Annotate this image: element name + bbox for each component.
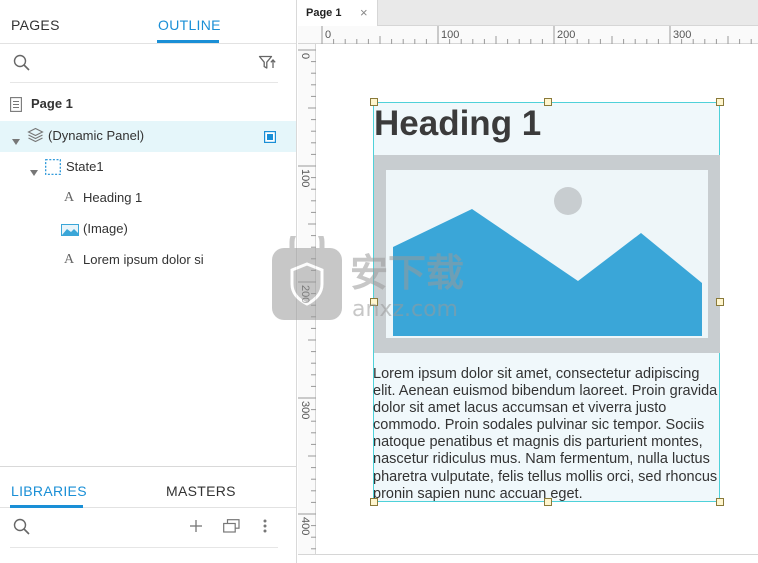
tree-item-dynamic-panel[interactable]: (Dynamic Panel) xyxy=(0,121,296,152)
tab-libraries[interactable]: LIBRARIES xyxy=(11,483,87,499)
divider xyxy=(10,82,278,83)
more-icon[interactable] xyxy=(263,519,267,538)
horizontal-ruler-ticks: 0 100 200 300 xyxy=(321,26,752,44)
resize-handle-right[interactable] xyxy=(716,298,724,306)
text-icon: A xyxy=(64,252,75,267)
horizontal-ruler: 0 100 200 300 xyxy=(298,26,758,44)
tree-item-label: (Dynamic Panel) xyxy=(48,128,145,143)
ruler-label: 300 xyxy=(299,401,311,419)
tree-item-label: Lorem ipsum dolor si xyxy=(83,252,204,267)
ruler-label: 200 xyxy=(557,29,575,41)
watermark-sub: anxz.com xyxy=(352,297,458,322)
tree-item-label: Heading 1 xyxy=(83,190,143,205)
heading-widget[interactable]: Heading 1 xyxy=(374,104,541,144)
search-icon[interactable] xyxy=(13,54,31,77)
ruler-label: 100 xyxy=(441,29,459,41)
text-icon: A xyxy=(64,190,75,205)
tree-item-state[interactable]: State1 xyxy=(0,152,296,183)
tree-item-paragraph[interactable]: A Lorem ipsum dolor si xyxy=(0,245,296,276)
watermark: 安下载 anxz.com xyxy=(270,224,495,324)
filter-icon[interactable] xyxy=(258,54,276,77)
tab-masters[interactable]: MASTERS xyxy=(166,483,236,499)
visibility-toggle-icon[interactable] xyxy=(264,131,277,146)
resize-handle-top-right[interactable] xyxy=(716,98,724,106)
tree-item-page[interactable]: Page 1 xyxy=(0,89,296,120)
tree-item-heading[interactable]: A Heading 1 xyxy=(0,183,296,214)
resize-handle-top[interactable] xyxy=(544,98,552,106)
tab-outline[interactable]: OUTLINE xyxy=(158,17,221,33)
close-icon[interactable]: × xyxy=(360,5,368,20)
resize-handle-bottom-left[interactable] xyxy=(370,498,378,506)
add-icon[interactable] xyxy=(189,519,203,538)
divider xyxy=(10,547,278,548)
document-tab-label: Page 1 xyxy=(306,7,342,19)
left-panel: PAGES OUTLINE Page 1 (Dynamic Panel) Sta… xyxy=(0,0,297,563)
expand-caret-icon[interactable] xyxy=(30,164,38,179)
bottom-edge xyxy=(298,554,758,563)
libraries-toolbar xyxy=(0,508,296,548)
paragraph-widget[interactable]: Lorem ipsum dolor sit amet, consectetur … xyxy=(373,366,719,503)
watermark-text: 安下载 xyxy=(350,251,464,295)
ruler-label: 0 xyxy=(325,29,331,41)
resize-handle-bottom[interactable] xyxy=(544,498,552,506)
ruler-label: 400 xyxy=(299,517,311,535)
document-tabbar: Page 1 × xyxy=(298,0,758,26)
tree-item-label: State1 xyxy=(66,159,104,174)
tab-pages[interactable]: PAGES xyxy=(11,17,60,33)
expand-caret-icon[interactable] xyxy=(12,133,20,148)
page-icon xyxy=(10,97,22,115)
ruler-label: 0 xyxy=(299,53,311,59)
tree-item-label: Page 1 xyxy=(31,96,73,111)
bottom-tabbar: LIBRARIES MASTERS xyxy=(0,466,296,508)
tab-outline-underline xyxy=(157,40,219,43)
state-icon xyxy=(45,159,61,178)
panel-tabbar: PAGES OUTLINE xyxy=(0,0,296,44)
watermark-logo: 安下载 anxz.com xyxy=(272,224,464,322)
tree-item-image[interactable]: (Image) xyxy=(0,214,296,245)
tree-item-label: (Image) xyxy=(83,221,128,236)
resize-handle-bottom-right[interactable] xyxy=(716,498,724,506)
outline-search-row xyxy=(0,45,296,83)
ruler-label: 300 xyxy=(673,29,691,41)
layers-icon xyxy=(27,127,44,147)
search-icon[interactable] xyxy=(13,518,31,541)
duplicate-icon[interactable] xyxy=(223,519,240,538)
resize-handle-top-left[interactable] xyxy=(370,98,378,106)
image-icon xyxy=(61,224,79,239)
ruler-label: 100 xyxy=(299,169,311,187)
document-tab-page1[interactable]: Page 1 × xyxy=(298,0,378,26)
